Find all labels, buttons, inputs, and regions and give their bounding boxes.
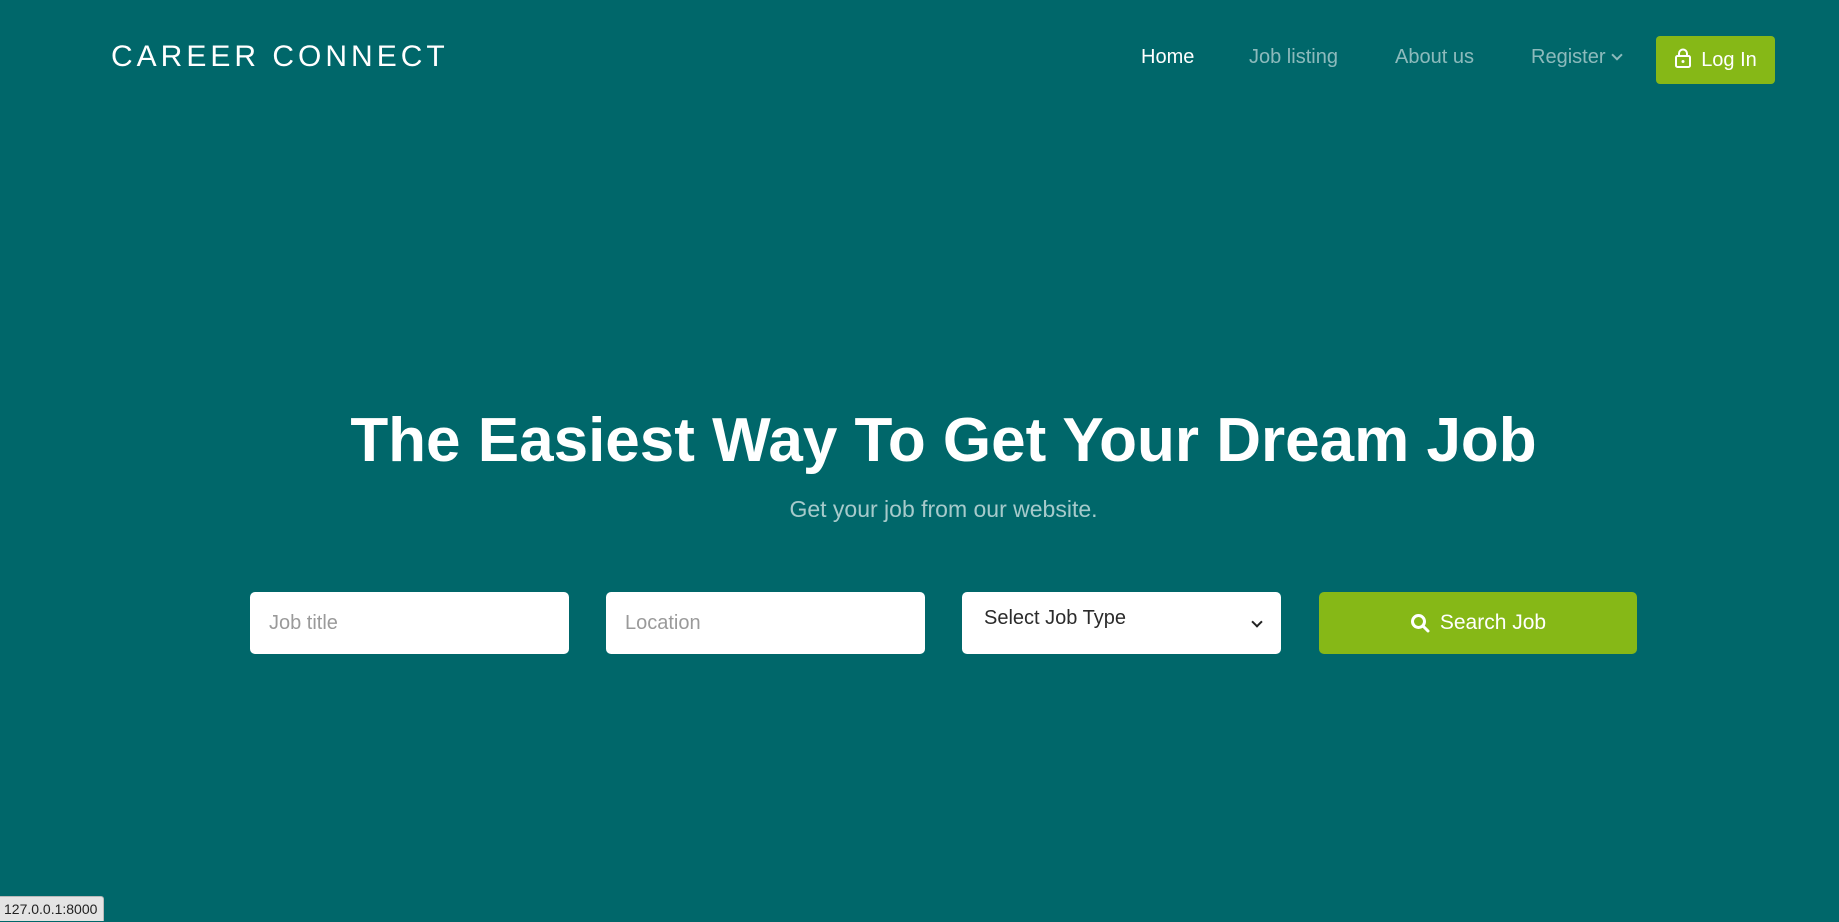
hero-subtitle: Get your job from our website. bbox=[789, 496, 1098, 522]
login-button[interactable]: Log In bbox=[1656, 36, 1775, 84]
job-title-input[interactable] bbox=[250, 592, 569, 654]
search-job-button[interactable]: Search Job bbox=[1319, 592, 1637, 654]
job-type-select[interactable]: Select Job Type bbox=[962, 592, 1281, 654]
chevron-down-icon bbox=[1611, 49, 1624, 61]
nav-link-register-label: Register bbox=[1531, 46, 1606, 68]
lock-icon bbox=[1675, 48, 1692, 68]
nav-link-about-us[interactable]: About us bbox=[1395, 46, 1474, 69]
location-input[interactable] bbox=[606, 592, 925, 654]
nav-link-home[interactable]: Home bbox=[1141, 46, 1194, 69]
chevron-down-icon bbox=[1251, 616, 1263, 628]
nav-link-job-listing[interactable]: Job listing bbox=[1249, 46, 1338, 69]
hero-section: CAREER CONNECT Home Job listing About us… bbox=[0, 0, 1839, 922]
search-job-button-label: Search Job bbox=[1439, 611, 1547, 634]
hero-title: The Easiest Way To Get Your Dream Job bbox=[350, 406, 1537, 475]
login-button-label: Log In bbox=[1701, 48, 1757, 71]
job-type-select-value: Select Job Type bbox=[984, 607, 1126, 629]
search-icon bbox=[1410, 614, 1430, 633]
nav-link-register[interactable]: Register bbox=[1531, 46, 1624, 69]
brand-logo[interactable]: CAREER CONNECT bbox=[111, 40, 449, 74]
browser-status-bar: 127.0.0.1:8000 bbox=[0, 896, 105, 921]
